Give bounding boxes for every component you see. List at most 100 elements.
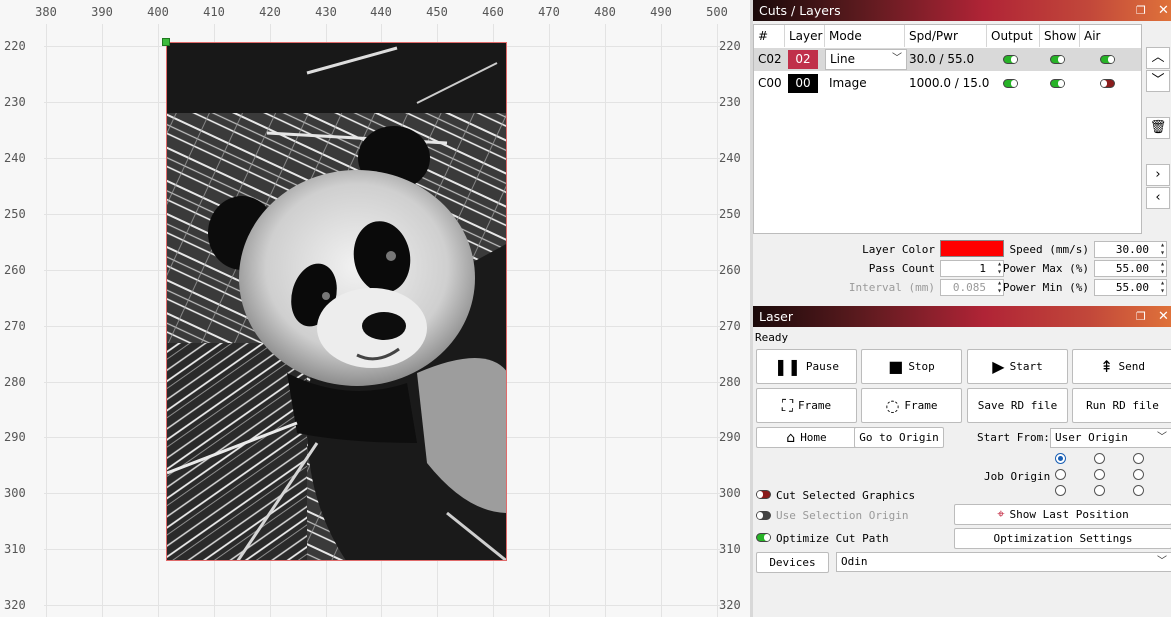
expand-button[interactable]: ›: [1146, 164, 1170, 186]
frame-circle-button[interactable]: ◌ Frame: [861, 388, 962, 423]
col-header[interactable]: #: [754, 25, 785, 47]
ruler-tick: 310: [4, 542, 26, 556]
move-down-button[interactable]: ﹀: [1146, 70, 1170, 92]
show-last-position-button[interactable]: ⌖ Show Last Position: [954, 504, 1171, 525]
chevron-down-icon: ﹀: [1157, 432, 1167, 443]
send-button[interactable]: ⇞ Send: [1072, 349, 1171, 384]
show-toggle[interactable]: [1050, 55, 1065, 64]
frame-label: Frame: [798, 399, 832, 412]
optimize-cut-path-toggle[interactable]: [756, 533, 771, 542]
layer-row-c02[interactable]: C02 02 Line ﹀ 30.0 / 55.0: [754, 48, 1141, 71]
use-selection-origin-toggle[interactable]: [756, 511, 771, 520]
send-icon: ⇞: [1100, 356, 1114, 376]
devices-button[interactable]: Devices: [756, 552, 829, 573]
show-last-position-label: Show Last Position: [1009, 508, 1129, 521]
origin-radio-bottom-left[interactable]: [1055, 485, 1066, 496]
spd-pwr: 30.0 / 55.0: [909, 52, 975, 66]
air-toggle[interactable]: [1100, 79, 1115, 88]
collapse-button[interactable]: ‹: [1146, 187, 1170, 209]
stop-icon: ■: [888, 356, 904, 376]
origin-radio-bottom-center[interactable]: [1094, 485, 1105, 496]
ruler-tick: 290: [4, 430, 26, 444]
origin-radio-middle-left[interactable]: [1055, 469, 1066, 480]
pass-count-input[interactable]: 1: [940, 260, 1004, 277]
chevron-right-icon: ›: [1155, 167, 1161, 182]
col-header[interactable]: Output: [987, 25, 1040, 47]
float-icon[interactable]: ❐: [1136, 306, 1146, 327]
home-button[interactable]: ⌂ Home: [756, 427, 857, 448]
col-header[interactable]: Mode: [825, 25, 905, 47]
mode-value: Line: [830, 52, 856, 66]
delete-layer-button[interactable]: 🗑: [1146, 117, 1170, 139]
chevron-down-icon: ﹀: [892, 53, 902, 64]
col-header[interactable]: Layer: [785, 25, 825, 47]
origin-radio-center[interactable]: [1094, 469, 1105, 480]
top-ruler: 380 390 400 410 420 430 440 450 460 470 …: [0, 0, 750, 24]
output-toggle[interactable]: [1003, 79, 1018, 88]
origin-radio-top-center[interactable]: [1094, 453, 1105, 464]
ruler-tick: 300: [4, 486, 26, 500]
show-toggle[interactable]: [1050, 79, 1065, 88]
device-select[interactable]: Odin ﹀: [836, 552, 1171, 572]
stop-button[interactable]: ■ Stop: [861, 349, 962, 384]
ruler-tick: 290: [719, 430, 741, 444]
ruler-tick: 310: [719, 542, 741, 556]
job-origin-label: Job Origin: [984, 470, 1051, 483]
save-rd-button[interactable]: Save RD file: [967, 388, 1068, 423]
laser-status: Ready: [755, 331, 789, 344]
cut-selected-toggle[interactable]: [756, 490, 771, 499]
home-label: Home: [800, 431, 827, 444]
origin-radio-top-left[interactable]: [1055, 453, 1066, 464]
pass-count-label: Pass Count: [868, 262, 935, 275]
mode-select[interactable]: Line ﹀: [825, 49, 907, 70]
run-rd-button[interactable]: Run RD file: [1072, 388, 1171, 423]
pause-label: Pause: [805, 360, 839, 373]
ruler-tick: 450: [426, 5, 448, 19]
panda-photo: [167, 43, 506, 560]
origin-radio-bottom-right[interactable]: [1133, 485, 1144, 496]
go-to-origin-button[interactable]: Go to Origin: [854, 427, 944, 448]
ruler-tick: 280: [4, 375, 26, 389]
speed-label: Speed (mm/s): [1009, 243, 1089, 256]
cuts-panel-titlebar: Cuts / Layers ❐ ✕: [753, 0, 1171, 21]
origin-radio-top-right[interactable]: [1133, 453, 1144, 464]
air-toggle[interactable]: [1100, 55, 1115, 64]
move-up-button[interactable]: ︿: [1146, 47, 1170, 69]
speed-input[interactable]: 30.00: [1094, 241, 1167, 258]
layer-row-c00[interactable]: C00 00 Image 1000.0 / 15.0: [754, 72, 1141, 95]
frame-rect-icon: ⛶: [781, 395, 794, 415]
layer-color-swatch[interactable]: [940, 240, 1004, 257]
col-header[interactable]: Spd/Pwr: [905, 25, 987, 47]
col-header[interactable]: Air: [1080, 25, 1141, 47]
ruler-tick: 250: [719, 207, 741, 221]
interval-input[interactable]: 0.085: [940, 279, 1004, 296]
ruler-tick: 440: [370, 5, 392, 19]
home-icon: ⌂: [786, 429, 796, 446]
frame-rect-button[interactable]: ⛶ Frame: [756, 388, 857, 423]
close-icon[interactable]: ✕: [1158, 0, 1169, 21]
float-icon[interactable]: ❐: [1136, 0, 1146, 21]
pause-button[interactable]: ❚❚ Pause: [756, 349, 857, 384]
chevron-down-icon: ﹀: [1151, 73, 1165, 88]
output-toggle[interactable]: [1003, 55, 1018, 64]
ruler-tick: 390: [91, 5, 113, 19]
ruler-tick: 220: [4, 39, 26, 53]
chevron-down-icon: ﹀: [1157, 556, 1167, 567]
selection-handle[interactable]: [162, 38, 170, 46]
start-button[interactable]: ▶ Start: [967, 349, 1068, 384]
power-max-label: Power Max (%): [1002, 262, 1089, 275]
grid-line: [46, 24, 47, 617]
origin-radio-middle-right[interactable]: [1133, 469, 1144, 480]
power-min-input[interactable]: 55.00: [1094, 279, 1167, 296]
design-canvas[interactable]: 380 390 400 410 420 430 440 450 460 470 …: [0, 0, 750, 617]
layer-chip[interactable]: 02: [788, 50, 818, 69]
engrave-image[interactable]: [166, 42, 507, 561]
close-icon[interactable]: ✕: [1158, 306, 1169, 327]
ruler-tick: 320: [4, 598, 26, 612]
optimization-settings-button[interactable]: Optimization Settings: [954, 528, 1171, 549]
start-from-select[interactable]: User Origin ﹀: [1050, 428, 1171, 448]
col-header[interactable]: Show: [1040, 25, 1080, 47]
ruler-tick: 260: [719, 263, 741, 277]
power-max-input[interactable]: 55.00: [1094, 260, 1167, 277]
layer-chip[interactable]: 00: [788, 74, 818, 93]
